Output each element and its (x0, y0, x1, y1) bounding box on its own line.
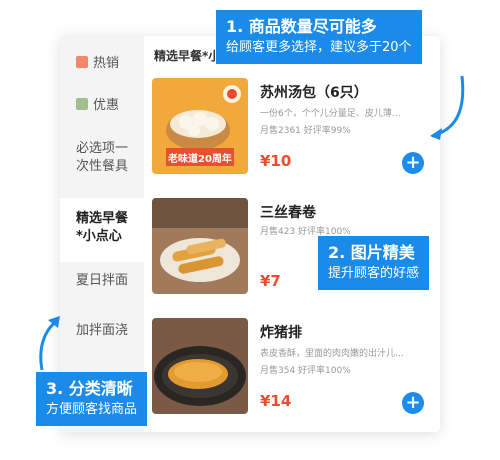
sidebar-item-breakfast[interactable]: 精选早餐*小点心 (60, 198, 144, 262)
sidebar-item-discount[interactable]: 优惠 (60, 88, 144, 124)
menu-item[interactable]: 老味道20周年 苏州汤包（6只） 一份6个，个个儿分量足、皮儿薄… 月售2361… (152, 78, 432, 178)
item-price: ¥14 (260, 392, 292, 410)
callout-subtitle: 给顾客更多选择，建议多于20个 (226, 40, 412, 55)
discount-icon (76, 98, 88, 110)
sidebar-item-label: 优惠 (93, 98, 120, 113)
sidebar-item-hot[interactable]: 热销 (60, 46, 144, 82)
callout-subtitle: 提升顾客的好感 (328, 266, 420, 281)
item-price: ¥10 (260, 152, 292, 170)
sidebar-item-label: 加拌面浇 (76, 323, 129, 338)
item-price: ¥7 (260, 272, 281, 290)
item-sales: 月售2361 好评率99% (260, 126, 351, 136)
item-name: 苏州汤包（6只） (260, 85, 368, 101)
add-to-cart-button[interactable]: + (402, 392, 424, 414)
food-image-spring-rolls[interactable] (152, 198, 248, 294)
sidebar-item-label: 精选早餐*小点心 (76, 211, 129, 244)
callout-title: 1. 商品数量尽可能多 (226, 17, 377, 36)
sidebar-item-summer-noodles[interactable]: 夏日拌面 (60, 272, 144, 296)
item-desc: 一份6个，个个儿分量足、皮儿薄… (260, 109, 401, 119)
callout-title: 2. 图片精美 (328, 243, 415, 262)
sidebar-item-label: 夏日拌面 (76, 273, 129, 288)
menu-item[interactable]: 炸猪排 表皮香酥，里面的肉肉嫩的出汁儿… 月售354 好评率100% ¥14 + (152, 318, 432, 418)
anniversary-badge: 老味道20周年 (168, 154, 232, 165)
item-name: 三丝春卷 (260, 205, 316, 221)
item-desc: 表皮香酥，里面的肉肉嫩的出汁儿… (260, 349, 405, 359)
sidebar-item-noodle-topping[interactable]: 加拌面浇 (60, 322, 144, 346)
callout-pictures: 2. 图片精美 提升顾客的好感 (318, 236, 430, 290)
item-sales: 月售354 好评率100% (260, 366, 351, 376)
add-to-cart-button[interactable]: + (402, 152, 424, 174)
callout-title: 3. 分类清晰 (46, 379, 133, 398)
callout-subtitle: 方便顾客找商品 (46, 402, 138, 417)
sidebar-item-label: 热销 (93, 56, 120, 71)
fire-icon (76, 56, 88, 68)
item-name: 炸猪排 (260, 325, 302, 341)
callout-product-count: 1. 商品数量尽可能多 给顾客更多选择，建议多于20个 (216, 10, 422, 64)
callout-arrow-icon (39, 316, 60, 371)
callout-arrow-icon (430, 75, 465, 140)
food-image-soup-dumplings[interactable]: 老味道20周年 (152, 78, 248, 174)
sidebar-item-label: 必选项一次性餐具 (76, 141, 129, 174)
callout-categories: 3. 分类清晰 方便顾客找商品 (36, 372, 148, 426)
sidebar-item-tableware[interactable]: 必选项一次性餐具 (60, 140, 144, 186)
food-image-pork-cutlet[interactable] (152, 318, 248, 414)
